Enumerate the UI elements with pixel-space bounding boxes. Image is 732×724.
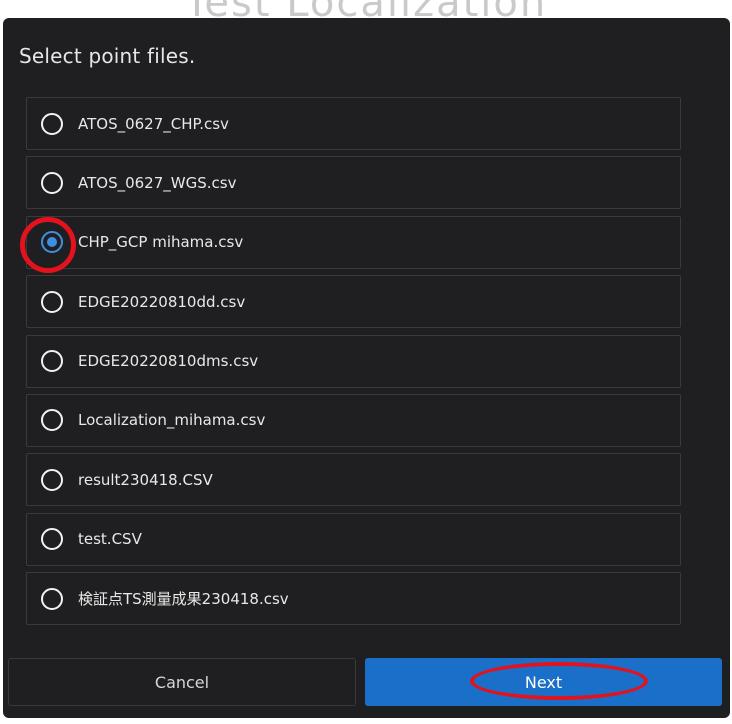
file-option-label: ATOS_0627_CHP.csv: [78, 114, 229, 133]
radio-unchecked-icon[interactable]: [41, 409, 63, 432]
file-option[interactable]: 検証点TS測量成果230418.csv: [26, 572, 681, 626]
select-point-files-dialog: Select point files. ATOS_0627_CHP.csv ATO…: [3, 18, 730, 718]
file-option-label: 検証点TS測量成果230418.csv: [78, 590, 289, 609]
radio-unchecked-icon[interactable]: [41, 528, 63, 551]
file-option[interactable]: Localization_mihama.csv: [26, 393, 681, 447]
file-option-label: EDGE20220810dms.csv: [78, 352, 259, 371]
file-option[interactable]: ATOS_0627_CHP.csv: [26, 97, 681, 150]
file-option[interactable]: result230418.CSV: [26, 453, 681, 507]
file-option[interactable]: CHP_GCP mihama.csv: [20, 215, 681, 274]
radio-unchecked-icon[interactable]: [41, 468, 63, 491]
next-button-label: Next: [524, 672, 563, 692]
dialog-footer: Cancel Next: [3, 648, 730, 718]
file-option-label: CHP_GCP mihama.csv: [78, 233, 244, 252]
file-option-label: Localization_mihama.csv: [78, 411, 266, 430]
radio-unchecked-icon[interactable]: [41, 290, 63, 313]
file-list: ATOS_0627_CHP.csv ATOS_0627_WGS.csv CHP_GC…: [20, 97, 681, 632]
file-option[interactable]: EDGE20220810dd.csv: [26, 275, 681, 329]
radio-checked-icon[interactable]: [41, 231, 63, 254]
file-option[interactable]: test.CSV: [26, 512, 681, 566]
radio-unchecked-icon[interactable]: [41, 587, 63, 610]
cancel-button[interactable]: Cancel: [8, 658, 356, 706]
cancel-button-label: Cancel: [154, 672, 210, 692]
radio-unchecked-icon[interactable]: [41, 171, 63, 194]
file-option-label: EDGE20220810dd.csv: [78, 292, 246, 311]
radio-unchecked-icon[interactable]: [41, 350, 63, 373]
screen: Test Localization Select point files. AT…: [0, 0, 732, 724]
file-option[interactable]: ATOS_0627_WGS.csv: [26, 156, 681, 210]
file-option-label: result230418.CSV: [78, 470, 213, 489]
file-option-label: test.CSV: [78, 530, 142, 549]
radio-unchecked-icon[interactable]: [41, 112, 63, 135]
file-option[interactable]: EDGE20220810dms.csv: [26, 334, 681, 388]
dialog-title: Select point files.: [19, 44, 196, 68]
next-button[interactable]: Next: [365, 658, 722, 706]
file-option-label: ATOS_0627_WGS.csv: [78, 173, 237, 192]
